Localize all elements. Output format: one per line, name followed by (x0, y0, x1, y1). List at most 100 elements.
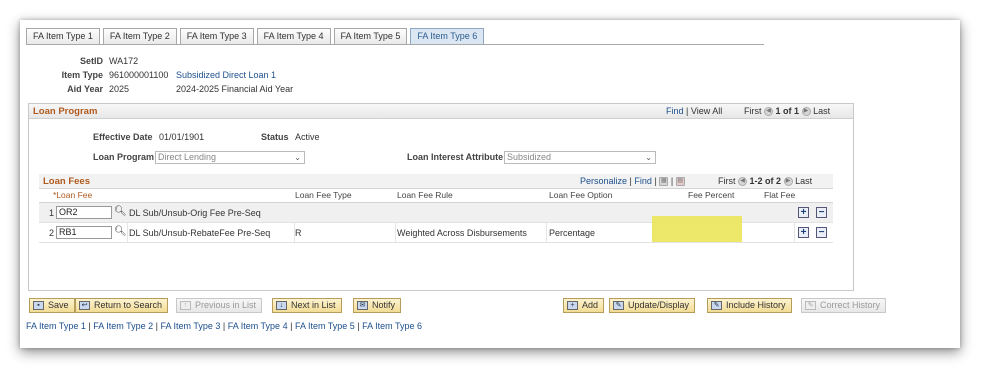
next-in-list-label: Next in List (291, 300, 336, 310)
tab-bar: FA Item Type 1 FA Item Type 2 FA Item Ty… (26, 28, 487, 44)
lookup-icon[interactable]: 🔍︎ (114, 226, 127, 237)
save-icon: ▪ (33, 301, 44, 310)
footer-link-fa-item-type-4[interactable]: FA Item Type 4 (228, 321, 288, 331)
delete-row-icon[interactable]: − (816, 227, 827, 238)
find-link[interactable]: Find (634, 176, 652, 186)
status-field: Status Active (261, 132, 320, 142)
loan-program-pager: First ◀ 1 of 1 ▶ Last (744, 106, 830, 117)
find-link[interactable]: Find (666, 106, 684, 116)
save-button[interactable]: ▪ Save (29, 298, 75, 313)
chevron-down-icon: ⌄ (645, 153, 652, 162)
tab-fa-item-type-2[interactable]: FA Item Type 2 (102, 28, 177, 44)
return-icon: ↩ (79, 301, 90, 310)
nav-separator: | (629, 176, 632, 186)
item-type-description: Subsidized Direct Loan 1 (176, 70, 277, 80)
item-header: SetID WA172 Item Type 961000001100 Subsi… (20, 54, 420, 99)
row-count: 1-2 of 2 (749, 176, 782, 186)
tab-fa-item-type-4[interactable]: FA Item Type 4 (256, 28, 331, 44)
tab-fa-item-type-1[interactable]: FA Item Type 1 (26, 28, 100, 44)
column-loan-fee: *Loan Fee (53, 190, 93, 200)
update-display-button[interactable]: ✎ Update/Display (609, 298, 696, 313)
add-icon: + (567, 301, 578, 310)
loan-program-nav: Find | View All (666, 106, 722, 116)
first-label: First (718, 176, 736, 186)
status-label: Status (261, 132, 289, 142)
return-to-search-button[interactable]: ↩ Return to Search (75, 298, 169, 313)
footer-link-fa-item-type-6[interactable]: FA Item Type 6 (362, 321, 422, 331)
correct-history-button[interactable]: ✎ Correct History (801, 298, 887, 313)
notify-button[interactable]: ✉ Notify (353, 298, 402, 313)
view-grid-icon[interactable]: ▦ (659, 177, 669, 187)
footer-link-fa-item-type-2[interactable]: FA Item Type 2 (93, 321, 153, 331)
correct-history-label: Correct History (820, 300, 881, 310)
column-loan-fee-option: Loan Fee Option (549, 190, 613, 200)
notify-icon: ✉ (357, 301, 368, 310)
nav-separator: | (670, 176, 674, 186)
add-row-icon[interactable]: + (798, 207, 809, 218)
footer-link-fa-item-type-3[interactable]: FA Item Type 3 (160, 321, 220, 331)
loan-fee-description: DL Sub/Unsub-RebateFee Pre-Seq (129, 228, 271, 238)
nav-separator: | (686, 106, 689, 116)
aid-year-description: 2024-2025 Financial Aid Year (176, 84, 294, 94)
chevron-down-icon: ⌄ (294, 153, 301, 162)
loan-fees-header: Loan Fees Personalize | Find | ▦ | ▤ Fir… (39, 174, 833, 189)
previous-in-list-button[interactable]: ↑ Previous in List (176, 298, 263, 313)
loan-program-select-value: Direct Lending (158, 152, 217, 162)
loan-program-section: Loan Program Find | View All First ◀ 1 o… (28, 103, 854, 291)
interest-attribute-select[interactable]: Subsidized ⌄ (504, 151, 656, 164)
loan-fees-title: Loan Fees (43, 176, 90, 187)
add-row-icon[interactable]: + (798, 227, 809, 238)
save-button-label: Save (48, 300, 69, 310)
column-flat-fee: Flat Fee (764, 190, 796, 200)
aid-year-value: 2025 (109, 84, 130, 94)
nav-separator: | (654, 176, 657, 186)
previous-icon: ↑ (180, 301, 191, 310)
row-count: 1 of 1 (775, 106, 800, 116)
lookup-icon[interactable]: 🔍︎ (114, 206, 127, 217)
loan-fee-input[interactable]: OR2 (56, 206, 112, 219)
previous-icon[interactable]: ◀ (764, 107, 774, 117)
include-history-icon: ✎ (711, 301, 722, 310)
add-button[interactable]: + Add (563, 298, 605, 313)
interest-attribute-label: Loan Interest Attribute (407, 152, 504, 162)
loan-fee-option: Percentage (549, 228, 596, 238)
loan-program-header: Loan Program Find | View All First ◀ 1 o… (29, 104, 853, 119)
view-all-link[interactable]: View All (691, 106, 722, 116)
footer-link-fa-item-type-1[interactable]: FA Item Type 1 (26, 321, 86, 331)
next-in-list-button[interactable]: ↓ Next in List (272, 298, 342, 313)
previous-icon[interactable]: ◀ (738, 177, 748, 187)
row-number: 2 (49, 228, 55, 238)
return-to-search-label: Return to Search (94, 300, 163, 310)
setid-value: WA172 (109, 56, 139, 66)
next-icon[interactable]: ▶ (801, 107, 811, 117)
loan-fee-rule: Weighted Across Disbursements (397, 228, 527, 238)
item-type-value: 961000001100 (109, 70, 169, 80)
loan-program-select[interactable]: Direct Lending ⌄ (155, 151, 305, 164)
page-panel: FA Item Type 1 FA Item Type 2 FA Item Ty… (20, 20, 960, 348)
download-icon[interactable]: ▤ (675, 177, 685, 187)
next-icon[interactable]: ▶ (783, 177, 793, 187)
tab-fa-item-type-3[interactable]: FA Item Type 3 (179, 28, 254, 44)
interest-attribute-select-value: Subsidized (507, 152, 552, 162)
update-display-label: Update/Display (628, 300, 690, 310)
loan-fee-type: R (295, 228, 302, 238)
notify-label: Notify (372, 300, 396, 310)
loan-fee-input[interactable]: RB1 (56, 226, 112, 239)
add-label: Add (582, 300, 599, 310)
row-number: 1 (49, 208, 55, 218)
personalize-link[interactable]: Personalize (580, 176, 627, 186)
include-history-button[interactable]: ✎ Include History (707, 298, 792, 313)
first-label: First (744, 106, 762, 116)
delete-row-icon[interactable]: − (816, 207, 827, 218)
status-value: Active (295, 132, 320, 142)
footer-links: FA Item Type 1 | FA Item Type 2 | FA Ite… (26, 321, 422, 331)
tab-fa-item-type-5[interactable]: FA Item Type 5 (333, 28, 408, 44)
next-icon: ↓ (276, 301, 287, 310)
setid-label: SetID (79, 56, 103, 66)
item-type-label: Item Type (61, 70, 103, 80)
column-fee-percent: Fee Percent (688, 190, 735, 200)
aid-year-label: Aid Year (67, 84, 103, 94)
effective-date-label: Effective Date (93, 132, 153, 142)
footer-link-fa-item-type-5[interactable]: FA Item Type 5 (295, 321, 355, 331)
tab-fa-item-type-6[interactable]: FA Item Type 6 (410, 28, 485, 44)
